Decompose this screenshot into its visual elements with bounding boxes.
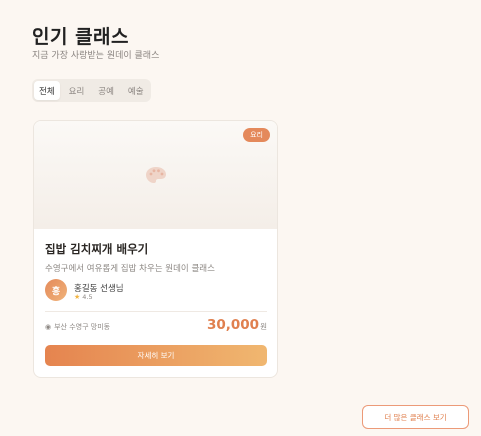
class-image: 요리 xyxy=(34,121,277,229)
instructor-rating: ★ 4.5 xyxy=(74,293,93,301)
page-title: 인기 클래스 xyxy=(32,26,130,48)
star-icon: ★ xyxy=(74,292,81,301)
card-divider xyxy=(45,311,267,312)
class-location: ◉ 부산 수영구 망미동 xyxy=(45,322,110,332)
tab-all[interactable]: 전체 xyxy=(34,81,60,100)
location-text: 부산 수영구 망미동 xyxy=(54,323,111,331)
class-title[interactable]: 집밥 김치찌개 배우기 xyxy=(45,241,148,257)
tab-art[interactable]: 예술 xyxy=(123,81,149,100)
rating-value: 4.5 xyxy=(82,293,93,301)
palette-icon xyxy=(146,167,166,183)
class-price: 30,000 원 xyxy=(207,317,267,333)
tab-cooking[interactable]: 요리 xyxy=(64,81,90,100)
page-subtitle: 지금 가장 사랑받는 원데이 클래스 xyxy=(32,51,160,61)
instructor-avatar: 홍 xyxy=(45,279,67,301)
price-unit: 원 xyxy=(260,322,267,331)
category-tabs: 전체 요리 공예 예술 xyxy=(32,79,151,102)
class-description: 수영구에서 여유롭게 집밥 차우는 원데이 클래스 xyxy=(45,264,215,274)
category-badge: 요리 xyxy=(243,128,270,142)
view-details-button[interactable]: 자세히 보기 xyxy=(45,345,267,366)
location-pin-icon: ◉ xyxy=(45,323,52,331)
tab-crafts[interactable]: 공예 xyxy=(93,81,119,100)
popular-classes-page: 인기 클래스 지금 가장 사랑받는 원데이 클래스 전체 요리 공예 예술 요리… xyxy=(0,0,481,436)
class-card[interactable]: 요리 집밥 김치찌개 배우기 수영구에서 여유롭게 집밥 차우는 원데이 클래스… xyxy=(33,120,278,378)
price-value: 30,000 xyxy=(206,317,260,333)
more-classes-button[interactable]: 더 많은 클래스 보기 xyxy=(362,405,469,429)
